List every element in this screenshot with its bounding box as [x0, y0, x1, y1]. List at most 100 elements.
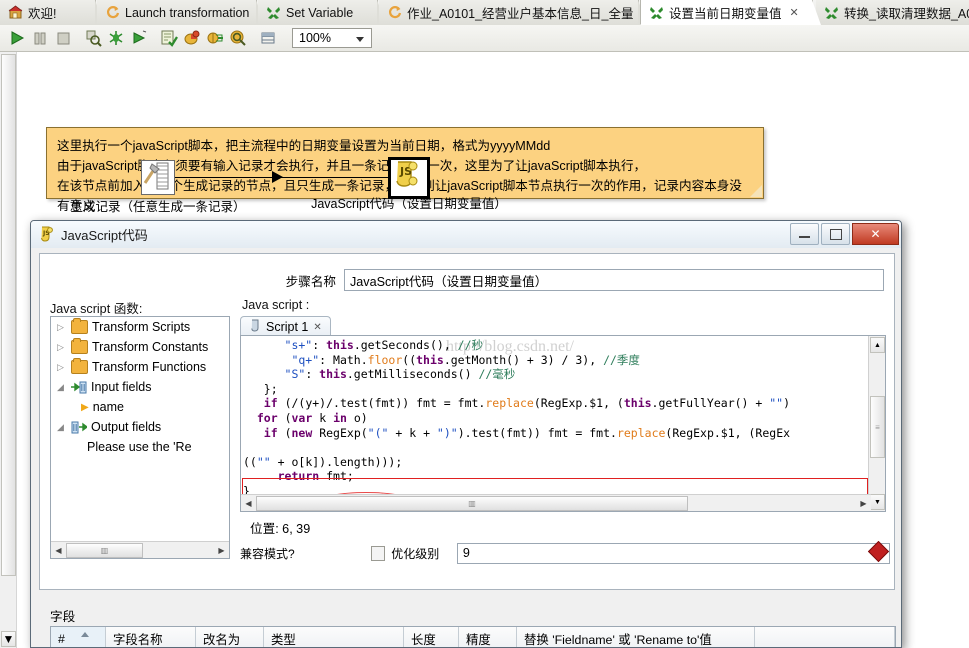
- tab-label: Set Variable: [286, 5, 354, 20]
- column-header-length[interactable]: 长度: [404, 627, 459, 647]
- tree-item-label: Input fields: [91, 380, 152, 394]
- pause-icon[interactable]: [29, 27, 51, 49]
- tab-close-icon[interactable]: ✕: [790, 6, 799, 19]
- chevron-right-icon[interactable]: ▷: [57, 362, 67, 373]
- step-node-javascript[interactable]: JS JavaScript代码（设置日期变量值）: [311, 157, 507, 211]
- column-header-extra[interactable]: [755, 627, 895, 647]
- editor-vertical-scrollbar[interactable]: ▲ ≡ ▼: [868, 336, 885, 511]
- column-header-index[interactable]: #: [51, 627, 106, 647]
- tree-item-label: Transform Scripts: [92, 320, 191, 334]
- chevron-right-icon[interactable]: ▷: [57, 322, 67, 333]
- script-tab-strip: Script 1 ✕: [240, 316, 886, 337]
- tab-launch-transformation[interactable]: Launch transformation: [97, 0, 265, 25]
- step-name-input[interactable]: JavaScript代码（设置日期变量值）: [344, 269, 884, 291]
- tree-item-output-fields[interactable]: ◢ Output fields: [51, 417, 229, 437]
- script-tab-1[interactable]: Script 1 ✕: [240, 316, 331, 337]
- js-functions-tree[interactable]: ▷ Transform Scripts ▷ Transform Constant…: [50, 316, 230, 559]
- scrollbar-thumb[interactable]: [1, 54, 16, 576]
- scrollbar-thumb[interactable]: ▥: [66, 542, 143, 558]
- preview-icon[interactable]: [82, 27, 104, 49]
- window-controls: ✕: [790, 223, 899, 245]
- analyze-icon[interactable]: [181, 27, 203, 49]
- tree-horizontal-scrollbar[interactable]: ◀ ▥ ▶: [51, 541, 229, 558]
- code-content[interactable]: "s+": this.getSeconds(), //秒 "q+": Math.…: [241, 336, 869, 496]
- step-node-label: 生成记录（任意生成一条记录）: [70, 200, 246, 214]
- transformation-canvas[interactable]: ▼ 这里执行一个javaScript脚本，把主流程中的日期变量设置为当前日期，格…: [0, 52, 969, 648]
- scroll-left-button[interactable]: ◀: [241, 496, 256, 511]
- optimization-level-label: 优化级别: [391, 546, 440, 561]
- scrollbar-thumb[interactable]: ▥: [256, 495, 688, 511]
- step-name-label: 步骤名称: [285, 274, 336, 289]
- tree-item-transform-scripts[interactable]: ▷ Transform Scripts: [51, 317, 229, 337]
- compat-mode-checkbox[interactable]: [371, 545, 386, 561]
- tab-transform-read-clean-data[interactable]: 转换_读取清理数据_A010: [816, 0, 969, 25]
- column-header-replace[interactable]: 替换 'Fieldname' 或 'Rename to'值: [517, 627, 755, 647]
- chevron-right-icon[interactable]: ▷: [57, 342, 67, 353]
- code-editor[interactable]: http://blog.csdn.net/ "s+": this.getSeco…: [240, 335, 886, 512]
- scrollbar-thumb[interactable]: ≡: [870, 396, 885, 458]
- tab-job-a0101[interactable]: 作业_A0101_经营业户基本信息_日_全量: [379, 0, 647, 25]
- tab-welcome[interactable]: 欢迎!: [0, 0, 104, 25]
- main-toolbar: 100%: [0, 25, 969, 52]
- column-header-rename[interactable]: 改名为: [196, 627, 264, 647]
- fields-table[interactable]: # 字段名称 改名为 类型 长度 精度 替换 'Fieldname' 或 'Re…: [50, 626, 896, 647]
- tree-item-transform-constants[interactable]: ▷ Transform Constants: [51, 337, 229, 357]
- impact-icon[interactable]: [204, 27, 226, 49]
- scroll-down-button[interactable]: ▼: [870, 494, 885, 510]
- javascript-step-dialog: JS JavaScript代码 ✕ 步骤名称 JavaScript代码（设置日期…: [30, 220, 902, 648]
- tree-item-transform-functions[interactable]: ▷ Transform Functions: [51, 357, 229, 377]
- run-icon[interactable]: [6, 27, 28, 49]
- chevron-down-icon[interactable]: ◢: [57, 382, 67, 393]
- scroll-up-button[interactable]: ▲: [870, 337, 885, 353]
- output-fields-icon: [71, 421, 89, 434]
- refresh-icon: [387, 5, 402, 20]
- grid-icon[interactable]: [257, 27, 279, 49]
- tree-item-label: Transform Constants: [92, 340, 209, 354]
- folder-icon: [71, 318, 88, 334]
- javascript-icon: JS: [38, 226, 54, 243]
- maximize-button[interactable]: [821, 223, 850, 245]
- editor-horizontal-scrollbar[interactable]: ◀ ▥ ▶: [241, 494, 871, 511]
- node-connection-hop[interactable]: [175, 177, 397, 178]
- inspect-icon[interactable]: [227, 27, 249, 49]
- scroll-down-button[interactable]: ▼: [1, 631, 16, 647]
- js-script-label: Java script :: [242, 298, 310, 312]
- chevron-down-icon[interactable]: ◢: [57, 422, 67, 433]
- tree-item-output-hint: Please use the 'Re: [51, 437, 229, 457]
- sort-ascending-icon: [81, 632, 89, 637]
- verify-icon[interactable]: [158, 27, 180, 49]
- scroll-left-button[interactable]: ◀: [51, 543, 66, 558]
- tab-label: 转换_读取清理数据_A010: [844, 7, 969, 21]
- tree-item-label: Please use the 'Re: [87, 440, 192, 454]
- chevron-down-icon[interactable]: [356, 37, 364, 42]
- step-node-generate-rows[interactable]: 生成记录（任意生成一条记录）: [70, 160, 246, 214]
- tab-set-variable[interactable]: Set Variable: [258, 0, 386, 25]
- column-header-fieldname[interactable]: 字段名称: [106, 627, 196, 647]
- play-triangle-icon: ▶: [81, 401, 89, 413]
- script-tab-close-icon[interactable]: ✕: [313, 322, 321, 333]
- tree-item-name[interactable]: ▶ name: [51, 397, 229, 417]
- zoom-level-combobox[interactable]: 100%: [292, 28, 372, 48]
- generate-rows-icon: [141, 160, 175, 195]
- optimization-level-input[interactable]: 9: [456, 542, 890, 564]
- table-header-row: # 字段名称 改名为 类型 长度 精度 替换 'Fieldname' 或 'Re…: [51, 627, 895, 647]
- dialog-title-bar[interactable]: JS JavaScript代码 ✕: [31, 221, 901, 249]
- zoom-level-value: 100%: [299, 31, 331, 45]
- canvas-vertical-scrollbar[interactable]: ▼: [0, 52, 17, 648]
- stop-icon[interactable]: [52, 27, 74, 49]
- tree-item-label: name: [92, 400, 124, 414]
- scroll-right-button[interactable]: ▶: [214, 543, 229, 558]
- folder-icon: [71, 358, 88, 374]
- tab-set-current-date-variable[interactable]: 设置当前日期变量值 ✕: [640, 0, 821, 25]
- scroll-right-button[interactable]: ▶: [856, 496, 871, 511]
- note-resize-handle[interactable]: [750, 185, 762, 197]
- replay-icon[interactable]: [128, 27, 150, 49]
- dialog-body: 步骤名称 JavaScript代码（设置日期变量值） Java script 函…: [31, 248, 901, 647]
- dialog-content-panel: 步骤名称 JavaScript代码（设置日期变量值） Java script 函…: [39, 253, 896, 647]
- tree-item-input-fields[interactable]: ◢ Input fields: [51, 377, 229, 397]
- minimize-button[interactable]: [790, 223, 819, 245]
- debug-icon[interactable]: [105, 27, 127, 49]
- close-button[interactable]: ✕: [852, 223, 899, 245]
- column-header-precision[interactable]: 精度: [459, 627, 517, 647]
- column-header-type[interactable]: 类型: [264, 627, 404, 647]
